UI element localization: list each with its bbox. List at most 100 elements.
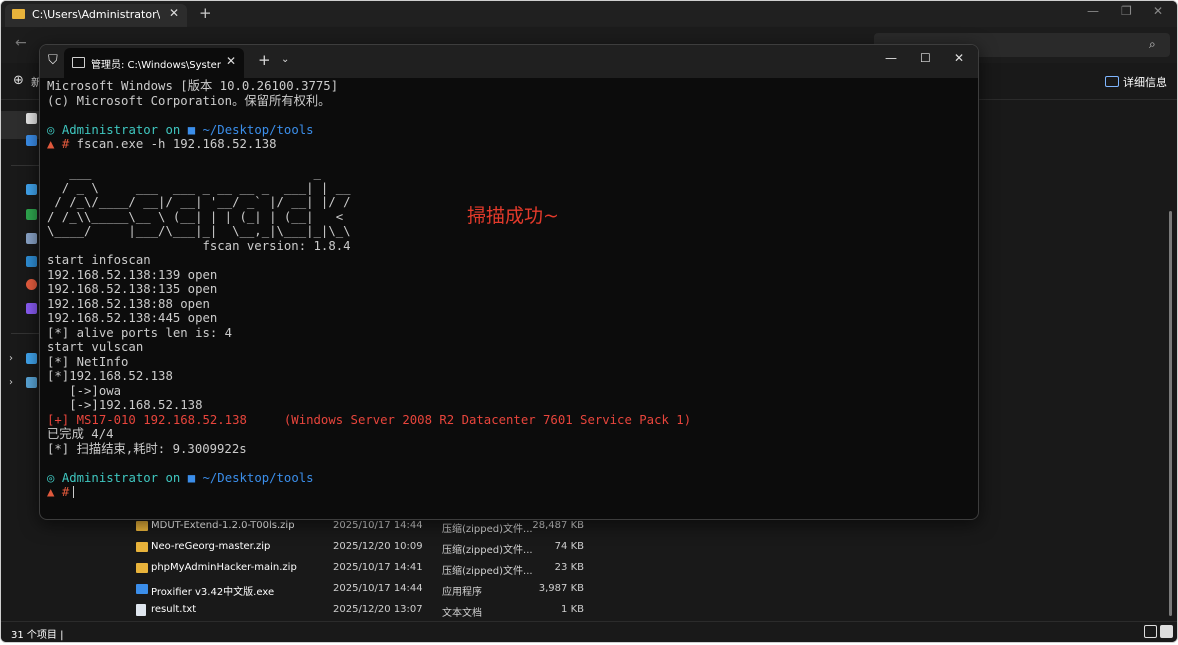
zip-folder-icon xyxy=(136,521,148,531)
explorer-tab[interactable]: C:\Users\Administrator\Deskto ✕ xyxy=(5,4,187,27)
scrollbar[interactable] xyxy=(1169,211,1172,616)
network-icon[interactable] xyxy=(26,377,37,388)
search-icon[interactable]: ⌕ xyxy=(1149,37,1156,52)
command-line: ▲ # fscan.exe -h 192.168.52.138 xyxy=(47,137,277,152)
gallery-icon[interactable] xyxy=(26,135,37,146)
prompt-user: Administrator xyxy=(61,122,159,137)
downloads-icon[interactable] xyxy=(26,209,37,220)
desktop-icon[interactable] xyxy=(26,184,37,195)
new-tab-icon[interactable]: + xyxy=(199,4,212,22)
terminal-line: 已完成 4/4 xyxy=(47,427,114,441)
minimize-icon[interactable]: — xyxy=(1087,4,1099,18)
file-type: 文本文档 xyxy=(442,608,482,619)
back-arrow-icon[interactable]: ← xyxy=(15,35,27,51)
this-pc-icon[interactable] xyxy=(26,353,37,364)
file-name: phpMyAdminHacker-main.zip xyxy=(151,562,297,573)
chevron-right-icon[interactable]: › xyxy=(9,353,13,364)
sidebar-divider xyxy=(11,165,39,166)
file-size: 3,987 KB xyxy=(538,583,584,594)
flame-icon: ▲ xyxy=(47,485,62,499)
file-row[interactable]: MDUT-Extend-1.2.0-T00ls.zip 2025/10/17 1… xyxy=(1,517,1177,538)
terminal-line: [*] 扫描结束,耗时: 9.3009922s xyxy=(47,441,247,456)
videos-icon[interactable] xyxy=(26,303,37,314)
file-size: 1 KB xyxy=(561,604,584,615)
new-tab-icon[interactable]: + xyxy=(258,51,271,69)
open-port-line: 192.168.52.138:135 open xyxy=(47,282,218,296)
file-date: 2025/12/20 10:09 xyxy=(333,541,423,552)
file-date: 2025/10/17 14:44 xyxy=(333,520,423,531)
file-name: result.txt xyxy=(151,604,197,615)
file-row[interactable]: Neo-reGeorg-master.zip 2025/12/20 10:09 … xyxy=(1,538,1177,559)
open-port-line: 192.168.52.138:88 open xyxy=(47,296,210,311)
details-view-icon[interactable] xyxy=(1144,625,1157,638)
maximize-icon[interactable]: ☐ xyxy=(920,51,931,65)
tiles-view-icon[interactable] xyxy=(1160,625,1173,638)
prompt-line: ◎ Administrator on ■ ~/Desktop/tools xyxy=(47,471,314,486)
prompt-symbol-icon: ◎ xyxy=(47,470,62,485)
folder-icon: ■ xyxy=(187,122,203,137)
item-count: 31 个项目 | xyxy=(11,630,64,641)
chevron-down-icon[interactable]: ⌄ xyxy=(281,54,289,65)
terminal-line: [->]192.168.52.138 xyxy=(47,398,203,412)
folder-icon: ■ xyxy=(187,470,203,485)
screenshot: C:\Users\Administrator\Deskto ✕ + — ❐ ✕ … xyxy=(0,0,1178,645)
file-size: 74 KB xyxy=(554,541,584,552)
exe-icon xyxy=(136,584,148,594)
terminal-line: [->]owa xyxy=(47,383,122,398)
terminal-line: Microsoft Windows [版本 10.0.26100.3775] xyxy=(47,79,339,93)
close-window-icon[interactable]: ✕ xyxy=(954,51,964,65)
prompt-on: on xyxy=(165,470,181,485)
file-name: Proxifier v3.42中文版.exe xyxy=(151,587,275,598)
terminal-window: ⛉ 管理员: C:\Windows\System32 ✕ + ⌄ — ☐ ✕ M… xyxy=(39,44,979,520)
file-name: Neo-reGeorg-master.zip xyxy=(151,541,271,552)
minimize-icon[interactable]: — xyxy=(885,51,897,65)
file-type: 压缩(zipped)文件... xyxy=(442,566,533,577)
details-pane-icon[interactable] xyxy=(1105,76,1119,87)
file-row[interactable]: Proxifier v3.42中文版.exe 2025/10/17 14:44 … xyxy=(1,580,1177,601)
open-port-line: 192.168.52.138:445 open xyxy=(47,311,218,325)
fscan-version: fscan version: 1.8.4 xyxy=(47,238,351,253)
home-icon xyxy=(26,113,37,124)
terminal-output[interactable]: Microsoft Windows [版本 10.0.26100.3775] (… xyxy=(47,79,973,515)
details-button[interactable]: 详细信息 xyxy=(1123,74,1167,90)
file-row[interactable]: result.txt 2025/12/20 13:07 文本文档 1 KB xyxy=(1,601,1177,622)
flame-icon: ▲ xyxy=(47,137,62,151)
prompt-hash: # xyxy=(61,485,70,499)
prompt-path: ~/Desktop/tools xyxy=(202,122,314,137)
status-bar: 31 个项目 | xyxy=(1,621,1177,642)
explorer-tab-bar: C:\Users\Administrator\Deskto ✕ + — ❐ ✕ xyxy=(1,1,1177,27)
file-size: 23 KB xyxy=(554,562,584,573)
prompt-line: ◎ Administrator on ■ ~/Desktop/tools xyxy=(47,123,314,138)
sidebar-divider-2 xyxy=(11,333,39,334)
ascii-art-line: / _ \ ___ ___ _ __ __ _ ___| | __ xyxy=(47,180,351,195)
restore-icon[interactable]: ❐ xyxy=(1121,4,1132,18)
terminal-titlebar: ⛉ 管理员: C:\Windows\System32 ✕ + ⌄ — ☐ ✕ xyxy=(40,45,978,78)
close-icon[interactable]: ✕ xyxy=(226,54,236,68)
file-size: 28,487 KB xyxy=(532,520,584,531)
input-line[interactable]: ▲ # xyxy=(47,485,75,500)
new-plus-circle-icon[interactable]: ⊕ xyxy=(13,73,24,88)
close-window-icon[interactable]: ✕ xyxy=(1153,4,1163,18)
music-icon[interactable] xyxy=(26,279,37,290)
close-icon[interactable]: ✕ xyxy=(169,6,179,20)
prompt-path: ~/Desktop/tools xyxy=(202,470,314,485)
terminal-tab[interactable]: 管理员: C:\Windows\System32 ✕ xyxy=(64,48,244,78)
file-date: 2025/12/20 13:07 xyxy=(333,604,423,615)
pictures-icon[interactable] xyxy=(26,256,37,267)
file-explorer-window: C:\Users\Administrator\Deskto ✕ + — ❐ ✕ … xyxy=(0,0,1178,643)
prompt-hash: # xyxy=(61,137,70,151)
file-row[interactable]: phpMyAdminHacker-main.zip 2025/10/17 14:… xyxy=(1,559,1177,580)
cmd-icon xyxy=(72,57,85,68)
file-type: 应用程序 xyxy=(442,587,482,598)
file-date: 2025/10/17 14:44 xyxy=(333,583,423,594)
prompt-user: Administrator xyxy=(61,470,159,485)
documents-icon[interactable] xyxy=(26,233,37,244)
zip-folder-icon xyxy=(136,542,148,552)
open-port-line: 192.168.52.138:139 open xyxy=(47,267,218,282)
terminal-line: start infoscan xyxy=(47,253,151,267)
text-file-icon xyxy=(136,604,146,616)
terminal-line: (c) Microsoft Corporation。保留所有权利。 xyxy=(47,93,331,108)
file-type: 压缩(zipped)文件... xyxy=(442,524,533,535)
vulnerability-line: [+] MS17-010 192.168.52.138 (Windows Ser… xyxy=(47,412,692,427)
chevron-right-icon[interactable]: › xyxy=(9,377,13,388)
